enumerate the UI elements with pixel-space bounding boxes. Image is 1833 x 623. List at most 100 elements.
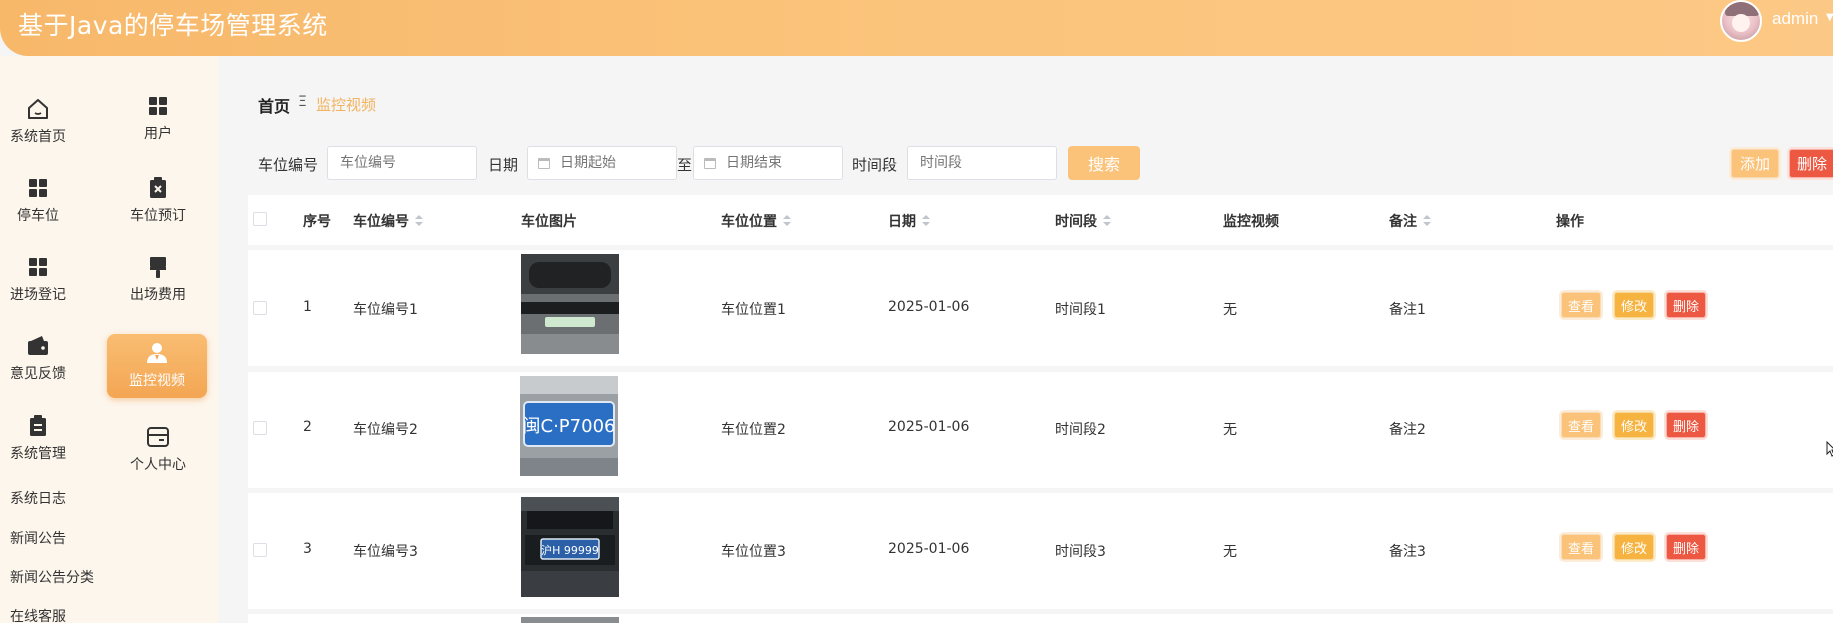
delete-button[interactable]: 删除 [1666,534,1706,560]
avatar[interactable] [1720,0,1762,42]
search-button[interactable]: 搜索 [1068,146,1140,180]
col-label: 时间段 [1055,214,1097,230]
col-label: 车位编号 [353,214,409,230]
home-icon [28,99,48,119]
sidebar-item-entry[interactable]: 进场登记 [0,254,88,318]
edit-button[interactable]: 修改 [1614,534,1654,560]
sidebar-item-label: 进场登记 [10,287,66,303]
grid-icon [29,179,47,197]
chevron-down-icon[interactable]: ▼ [1826,12,1833,23]
spot-no-label: 车位编号 [258,156,319,174]
sidebar-item-label: 系统首页 [10,129,66,145]
sidebar-item-label: 系统管理 [10,446,66,462]
row-checkbox[interactable] [253,301,267,315]
sidebar-item-label: 停车位 [17,208,59,224]
sidebar-item-label: 意见反馈 [10,366,66,382]
cell-spot-no: 车位编号1 [353,302,418,318]
sort-icon[interactable] [922,215,930,227]
cell-remark: 备注3 [1389,544,1426,560]
col-location[interactable]: 车位位置 [721,211,791,231]
sidebar-item-monitor-video[interactable]: 监控视频 [107,334,207,398]
cell-period: 时间段3 [1055,544,1106,560]
cell-location: 车位位置3 [721,544,786,560]
col-label: 日期 [888,214,916,230]
sidebar-subitem-online-service[interactable]: 在线客服 [10,606,66,623]
sidebar-item-label: 监控视频 [129,373,185,389]
sort-icon[interactable] [415,215,423,227]
cell-date: 2025-01-06 [888,541,970,557]
sidebar-item-feedback[interactable]: 意见反馈 [0,333,88,397]
breadcrumb-current: 监控视频 [316,96,377,114]
col-period[interactable]: 时间段 [1055,211,1111,231]
period-label: 时间段 [852,156,898,174]
spot-image[interactable] [521,617,619,623]
user-icon [147,343,167,363]
calendar-icon [538,158,550,169]
sidebar-subitem-news[interactable]: 新闻公告 [10,528,66,548]
cell-location: 车位位置2 [721,422,786,438]
sidebar-item-exit-fee[interactable]: 出场费用 [108,254,208,318]
sidebar-subitem-system-log[interactable]: 系统日志 [10,488,66,508]
col-video: 监控视频 [1223,214,1279,230]
sidebar-item-home[interactable]: 系统首页 [0,96,88,160]
spot-image[interactable]: 闽C·P7006 [520,376,618,476]
clipboard-x-icon [150,177,166,198]
select-all-checkbox[interactable] [253,212,267,226]
sort-icon[interactable] [783,215,791,227]
avatar-face [1732,14,1750,32]
sidebar-item-profile[interactable]: 个人中心 [108,424,208,488]
add-button[interactable]: 添加 [1731,149,1779,178]
view-button[interactable]: 查看 [1561,534,1601,560]
cell-date: 2025-01-06 [888,299,970,315]
grid-icon [29,258,47,276]
sidebar-subitem-news-category[interactable]: 新闻公告分类 [10,567,94,587]
col-remark[interactable]: 备注 [1389,211,1431,231]
delete-button[interactable]: 删除 [1666,292,1706,318]
col-actions: 操作 [1556,214,1584,230]
cell-period: 时间段1 [1055,302,1106,318]
sort-icon[interactable] [1103,215,1111,227]
cell-index: 2 [303,419,312,435]
row-checkbox[interactable] [253,421,267,435]
delete-button[interactable]: 删除 [1666,412,1706,438]
sidebar-item-label: 车位预订 [130,208,186,224]
batch-delete-button[interactable]: 删除 [1789,149,1833,178]
sidebar-item-label: 用户 [144,126,172,142]
col-index: 序号 [303,214,331,230]
sidebar-item-users[interactable]: 用户 [108,93,208,157]
breadcrumb-home[interactable]: 首页 [258,93,290,117]
sidebar: 系统首页 用户 停车位 车位预订 进场登记 出场费用 意见反馈 监控视频 系统管… [0,56,219,623]
app-title: 基于Java的停车场管理系统 [18,11,328,40]
period-input[interactable] [907,146,1057,180]
cell-spot-no: 车位编号3 [353,544,418,560]
spot-no-input[interactable] [327,146,477,180]
breadcrumb-separator-icon: Ξ [298,94,307,110]
spot-image[interactable] [521,254,619,354]
table-row: 2 车位编号2 闽C·P7006 车位位置2 2025-01-06 时间段2 无… [248,372,1833,488]
cell-spot-no: 车位编号2 [353,422,418,438]
cell-video: 无 [1223,422,1237,438]
col-date[interactable]: 日期 [888,211,930,231]
sidebar-item-parking[interactable]: 停车位 [0,175,88,239]
date-label: 日期 [488,156,519,174]
cell-index: 3 [303,541,312,557]
edit-button[interactable]: 修改 [1614,292,1654,318]
sort-icon[interactable] [1423,215,1431,227]
sidebar-item-reservation[interactable]: 车位预订 [108,175,208,239]
col-spot-no[interactable]: 车位编号 [353,211,423,231]
edit-button[interactable]: 修改 [1614,412,1654,438]
cell-video: 无 [1223,302,1237,318]
plate-text: 闽C·P7006 [523,416,616,437]
sidebar-item-system-admin[interactable]: 系统管理 [0,413,88,477]
view-button[interactable]: 查看 [1561,292,1601,318]
cell-date: 2025-01-06 [888,419,970,435]
spot-image[interactable]: 沪H 99999 [521,497,619,597]
user-name[interactable]: admin [1772,9,1818,29]
row-checkbox[interactable] [253,543,267,557]
sidebar-item-label: 出场费用 [130,287,186,303]
view-button[interactable]: 查看 [1561,412,1601,438]
top-header: 基于Java的停车场管理系统 admin ▼ [0,0,1833,56]
calendar-icon [704,158,716,169]
cell-location: 车位位置1 [721,302,786,318]
table-row [248,614,1833,623]
